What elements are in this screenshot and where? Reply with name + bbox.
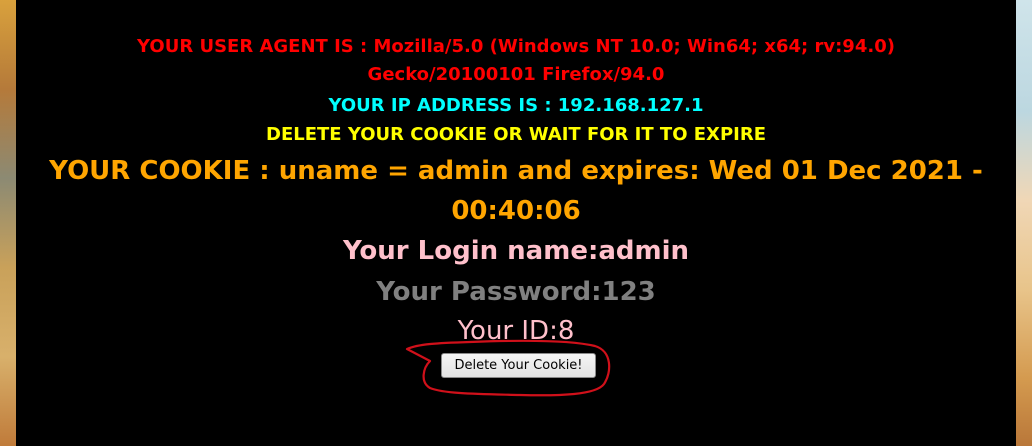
- cookie-line-2: 00:40:06: [451, 196, 581, 226]
- background-image-left: [0, 0, 16, 446]
- result-panel: YOUR USER AGENT IS : Mozilla/5.0 (Window…: [16, 0, 1016, 446]
- ip-address-line: YOUR IP ADDRESS IS : 192.168.127.1: [328, 95, 704, 116]
- browser-viewport: YOUR USER AGENT IS : Mozilla/5.0 (Window…: [0, 0, 1032, 446]
- cookie-line-1: YOUR COOKIE : uname = admin and expires:…: [49, 156, 983, 186]
- delete-cookie-button[interactable]: Delete Your Cookie!: [441, 353, 596, 378]
- user-agent-line-2: Gecko/20100101 Firefox/94.0: [367, 64, 665, 85]
- user-id-line: Your ID:8: [457, 316, 575, 346]
- user-agent-line-1: YOUR USER AGENT IS : Mozilla/5.0 (Window…: [137, 36, 895, 57]
- background-image-right: [1016, 0, 1032, 446]
- delete-cookie-notice: DELETE YOUR COOKIE OR WAIT FOR IT TO EXP…: [266, 124, 766, 145]
- login-name-line: Your Login name:admin: [342, 236, 690, 266]
- password-line: Your Password:123: [376, 277, 656, 307]
